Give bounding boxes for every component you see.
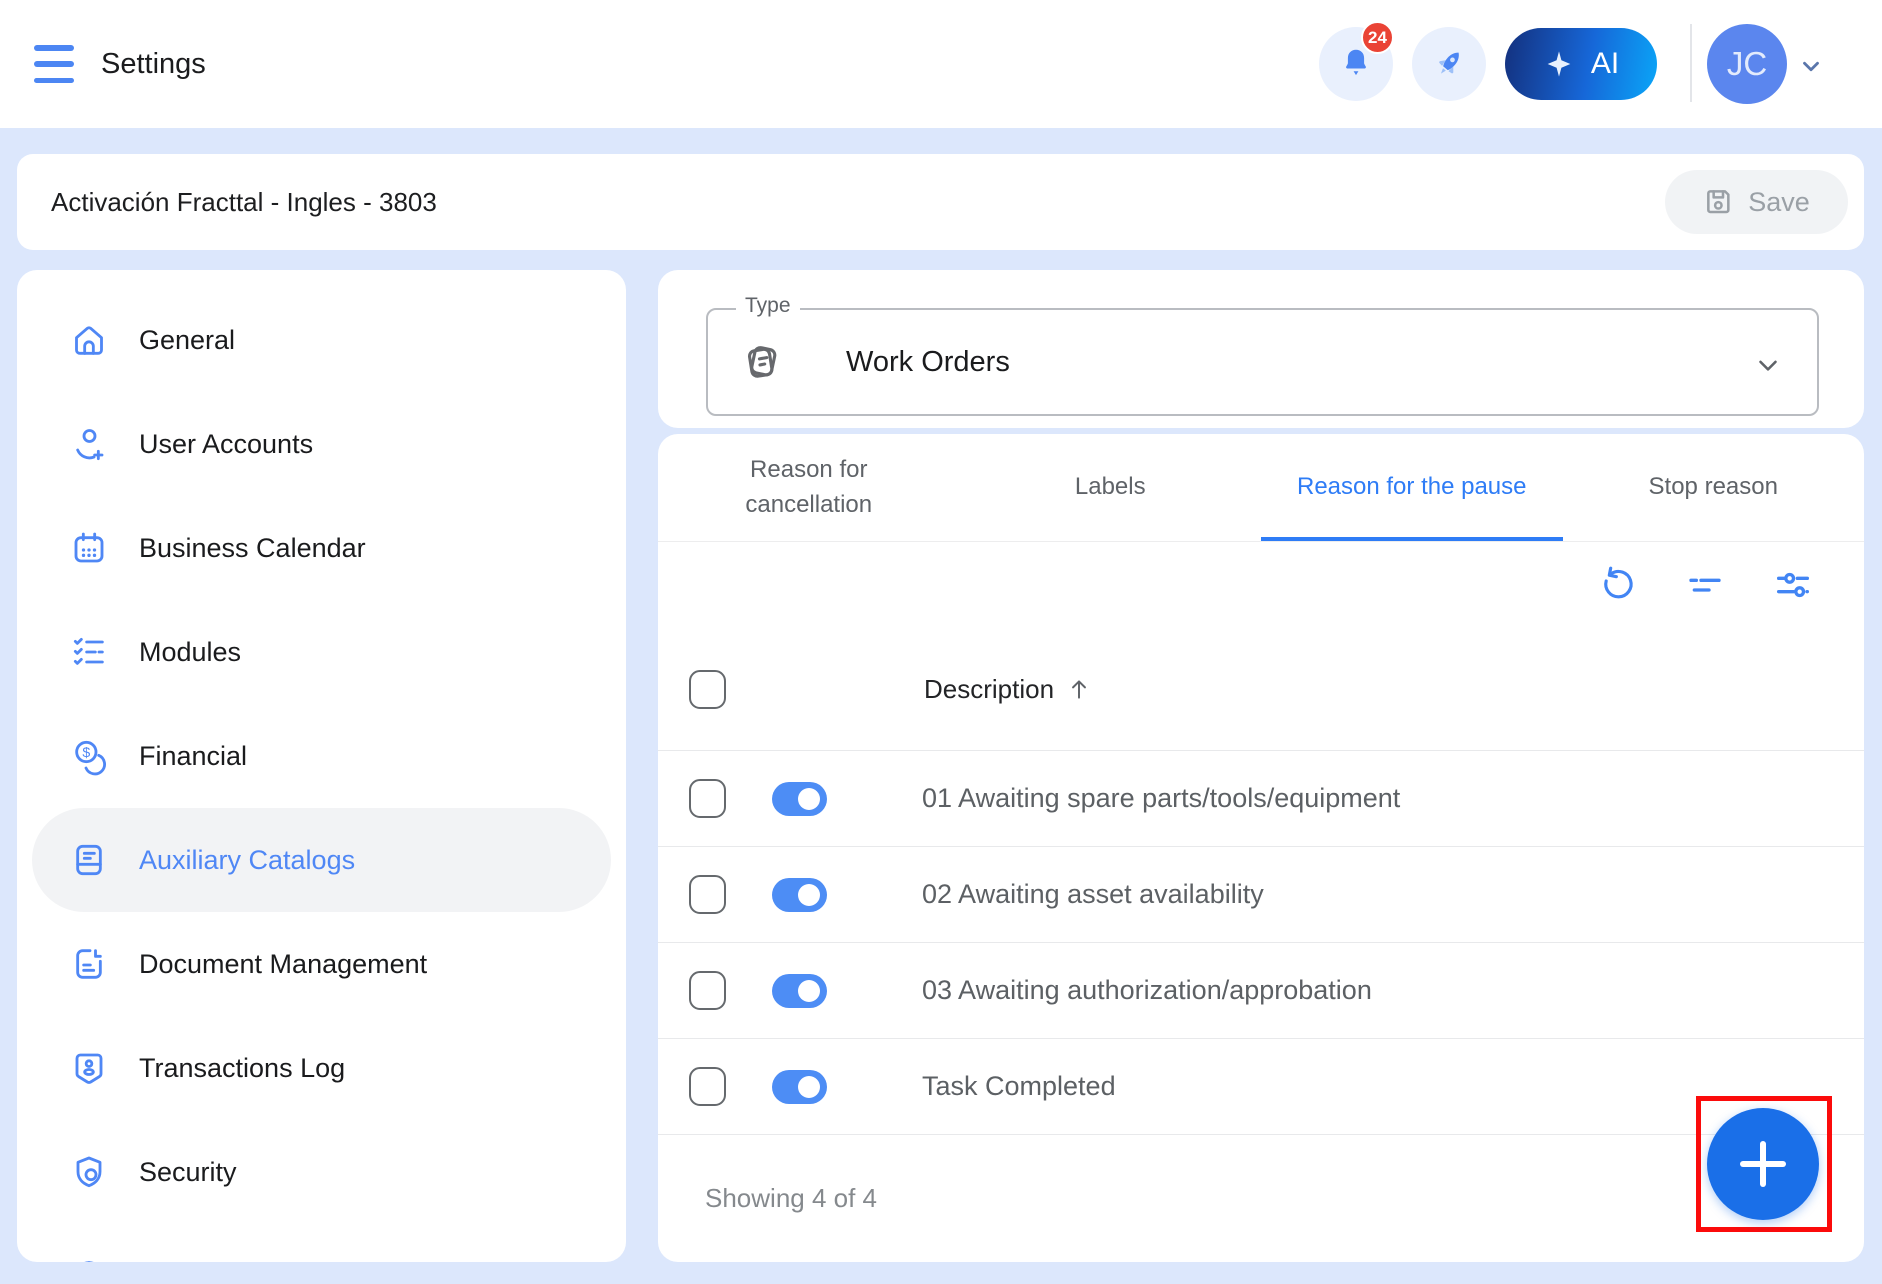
home-icon	[69, 320, 109, 360]
svg-text:$: $	[82, 745, 90, 761]
user-add-icon	[69, 424, 109, 464]
header-divider	[1690, 24, 1692, 102]
description-column-label: Description	[924, 674, 1054, 705]
row-description: 02 Awaiting asset availability	[922, 879, 1264, 910]
table-footer: Showing 4 of 4	[658, 1134, 1864, 1262]
sidebar-item-label: API Connections	[139, 1261, 340, 1263]
filter-button[interactable]	[1684, 564, 1726, 606]
catalog-book-icon	[69, 840, 109, 880]
ai-button-label: AI	[1591, 47, 1619, 81]
enabled-toggle[interactable]	[772, 878, 827, 912]
type-field-label: Type	[736, 294, 800, 318]
tab-reason-for-the-pause[interactable]: Reason for the pause	[1261, 434, 1563, 541]
sidebar-item-security[interactable]: Security	[32, 1120, 611, 1224]
settings-sidebar: General User Accounts Business Calendar	[17, 270, 626, 1262]
table-row: 03 Awaiting authorization/approbation	[658, 942, 1864, 1038]
sidebar-item-label: Financial	[139, 741, 247, 772]
table-header-row: Description	[658, 628, 1864, 750]
row-checkbox[interactable]	[689, 875, 726, 914]
sidebar-item-business-calendar[interactable]: Business Calendar	[32, 496, 611, 600]
type-select-card: Type Work Orders	[658, 270, 1864, 428]
sidebar-item-auxiliary-catalogs[interactable]: Auxiliary Catalogs	[32, 808, 611, 912]
security-shield-icon	[69, 1152, 109, 1192]
sidebar-item-transactions-log[interactable]: Transactions Log	[32, 1016, 611, 1120]
notifications-button[interactable]: 24	[1319, 27, 1393, 101]
document-title: Activación Fracttal - Ingles - 3803	[51, 187, 437, 218]
sidebar-item-financial[interactable]: $ Financial	[32, 704, 611, 808]
row-checkbox[interactable]	[689, 1067, 726, 1106]
whats-new-button[interactable]	[1412, 27, 1486, 101]
plus-icon	[1760, 1141, 1766, 1187]
enabled-toggle[interactable]	[772, 782, 827, 816]
description-column-header[interactable]: Description	[924, 674, 1092, 705]
tab-reason-for-cancellation[interactable]: Reason for cancellation	[658, 434, 960, 541]
sidebar-item-label: Transactions Log	[139, 1053, 345, 1084]
sidebar-item-document-management[interactable]: Document Management	[32, 912, 611, 1016]
row-description: 01 Awaiting spare parts/tools/equipment	[922, 783, 1400, 814]
menu-hamburger-icon[interactable]	[34, 45, 74, 83]
top-header: Settings 24 A	[0, 0, 1882, 128]
sidebar-item-api-connections[interactable]: API Connections	[32, 1224, 611, 1262]
table-row: Task Completed	[658, 1038, 1864, 1134]
catalog-content-card: Reason for cancellation Labels Reason fo…	[658, 434, 1864, 1262]
sort-ascending-arrow-icon	[1066, 676, 1092, 702]
ai-assistant-button[interactable]: AI	[1505, 28, 1657, 100]
account-menu-chevron-down-icon[interactable]	[1798, 53, 1824, 79]
sidebar-item-label: Document Management	[139, 949, 427, 980]
select-all-checkbox[interactable]	[689, 670, 726, 709]
column-settings-button[interactable]	[1772, 564, 1814, 606]
table-row: 02 Awaiting asset availability	[658, 846, 1864, 942]
sidebar-item-label: Business Calendar	[139, 533, 366, 564]
rocket-icon	[1430, 45, 1468, 83]
sparkle-icon	[1543, 48, 1575, 80]
api-globe-icon	[69, 1256, 109, 1262]
table-actions-row	[658, 542, 1864, 628]
refresh-button[interactable]	[1596, 564, 1638, 606]
transactions-badge-icon	[69, 1048, 109, 1088]
notification-count-badge: 24	[1361, 21, 1394, 54]
work-orders-icon	[740, 340, 784, 384]
type-chevron-down-icon	[1753, 350, 1783, 380]
row-description: 03 Awaiting authorization/approbation	[922, 975, 1372, 1006]
row-checkbox[interactable]	[689, 971, 726, 1010]
tab-label: Labels	[1075, 470, 1146, 505]
document-toolbar: Activación Fracttal - Ingles - 3803 Save	[17, 154, 1864, 250]
page-title: Settings	[101, 48, 206, 81]
sidebar-item-label: Security	[139, 1157, 237, 1188]
user-avatar[interactable]: JC	[1707, 24, 1787, 104]
type-select-value: Work Orders	[846, 346, 1010, 379]
tab-label: Reason for the pause	[1297, 470, 1527, 505]
table-row: 01 Awaiting spare parts/tools/equipment	[658, 750, 1864, 846]
tab-stop-reason[interactable]: Stop reason	[1563, 434, 1865, 541]
add-item-fab-button[interactable]	[1707, 1108, 1819, 1220]
sidebar-item-modules[interactable]: Modules	[32, 600, 611, 704]
tab-label: Reason for cancellation	[719, 453, 899, 523]
sidebar-item-label: User Accounts	[139, 429, 313, 460]
save-floppy-icon	[1703, 186, 1735, 218]
modules-checklist-icon	[69, 632, 109, 672]
enabled-toggle[interactable]	[772, 1070, 827, 1104]
enabled-toggle[interactable]	[772, 974, 827, 1008]
save-button[interactable]: Save	[1665, 170, 1848, 234]
sidebar-item-label: Auxiliary Catalogs	[139, 845, 355, 876]
catalog-tabbar: Reason for cancellation Labels Reason fo…	[658, 434, 1864, 542]
row-checkbox[interactable]	[689, 779, 726, 818]
row-description: Task Completed	[922, 1071, 1116, 1102]
sidebar-item-general[interactable]: General	[32, 288, 611, 392]
save-button-label: Save	[1748, 187, 1810, 218]
calendar-icon	[69, 528, 109, 568]
sidebar-item-label: General	[139, 325, 235, 356]
sidebar-item-label: Modules	[139, 637, 241, 668]
document-clock-icon	[69, 944, 109, 984]
tab-label: Stop reason	[1649, 470, 1778, 505]
type-select[interactable]: Type Work Orders	[706, 308, 1819, 416]
tab-labels[interactable]: Labels	[960, 434, 1262, 541]
sidebar-item-user-accounts[interactable]: User Accounts	[32, 392, 611, 496]
showing-count-label: Showing 4 of 4	[705, 1183, 877, 1214]
financial-coin-icon: $	[69, 736, 109, 776]
